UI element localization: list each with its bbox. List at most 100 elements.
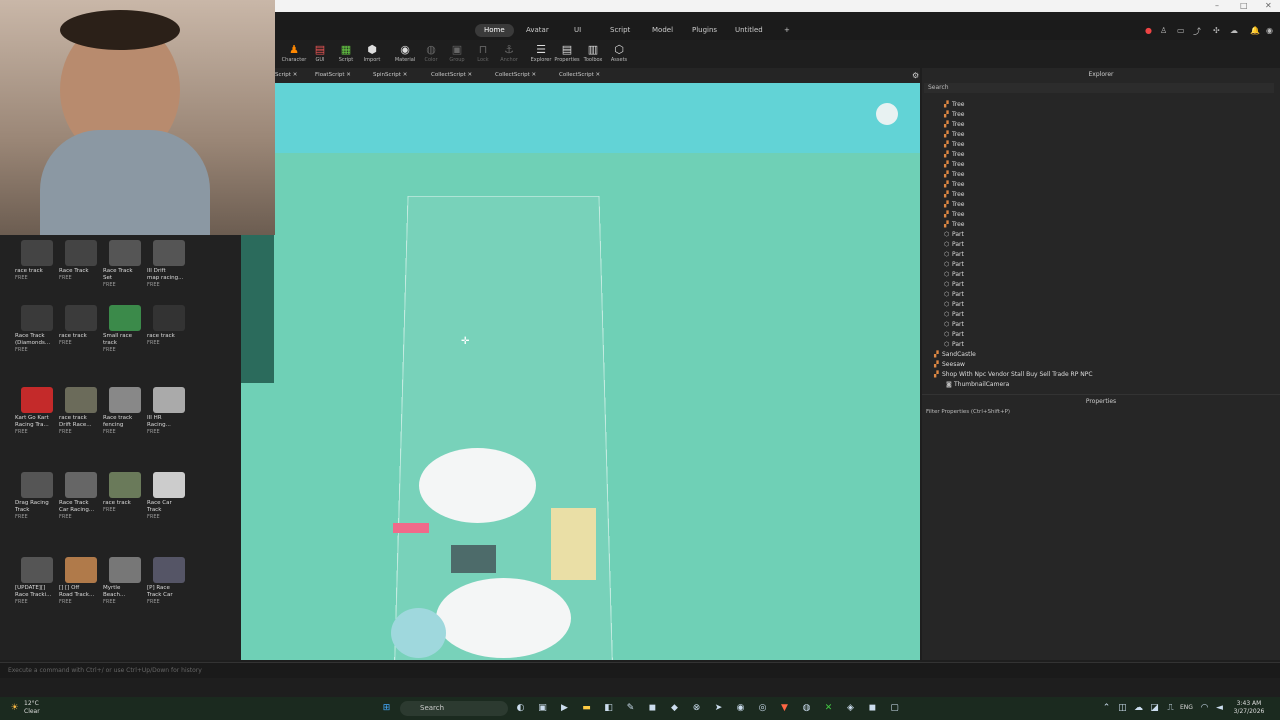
explorer-item[interactable]: ▞ Tree (944, 160, 965, 170)
tab-ui[interactable]: UI (565, 24, 590, 37)
explorer-item[interactable]: ▞ Tree (944, 220, 965, 230)
cloud-icon[interactable]: ☁ (1230, 26, 1238, 35)
notification-icon[interactable]: 🔔 (1250, 26, 1260, 35)
brave-icon[interactable]: ▼ (778, 702, 791, 715)
tab-plugins[interactable]: Plugins (683, 24, 726, 37)
excel-icon[interactable]: ✕ (822, 702, 835, 715)
toolbox-asset[interactable]: race track FREE (15, 240, 59, 282)
toolbox-asset[interactable]: [] [] Off Road Track... FREE (59, 557, 103, 606)
script-tab[interactable]: FloatScript ✕ (315, 71, 351, 80)
tray-icon[interactable]: ☁ (1132, 702, 1145, 715)
tray-icon[interactable]: ◪ (1148, 702, 1161, 715)
import-tool-button[interactable]: ⬢ Import (359, 43, 385, 64)
user-icon[interactable]: ♙ (1160, 26, 1167, 35)
roblox-studio-icon[interactable]: ◼ (866, 702, 879, 715)
explorer-item[interactable]: ⬡ Part (944, 260, 964, 270)
explorer-item[interactable]: ▞ Shop With Npc Vendor Stall Buy Sell Tra… (934, 370, 1093, 380)
edge-icon[interactable]: ◐ (514, 702, 527, 715)
folder-icon[interactable]: ▬ (580, 702, 593, 715)
minimize-button[interactable]: – (1215, 0, 1219, 11)
settings-icon[interactable]: ⚙ (912, 71, 919, 80)
character-tool-button[interactable]: ♟ Character (281, 43, 307, 64)
add-tab-button[interactable]: + (775, 24, 799, 37)
explorer-item[interactable]: ⬡ Part (944, 250, 964, 260)
app-icon[interactable]: ▶ (558, 702, 571, 715)
app-icon[interactable]: ✎ (624, 702, 637, 715)
clock[interactable]: 3:43 AM 3/27/2026 (1228, 700, 1270, 716)
toolbox-asset[interactable]: race track FREE (59, 305, 103, 347)
toolbox-asset[interactable]: III HR Racing... FREE (147, 387, 191, 436)
explorer-item[interactable]: ⬡ Part (944, 280, 964, 290)
explorer-item[interactable]: ⬡ Part (944, 310, 964, 320)
command-input[interactable]: Execute a command with Ctrl+/ or use Ctr… (8, 667, 202, 674)
app-icon[interactable]: ▣ (536, 702, 549, 715)
explorer-item[interactable]: ▞ SandCastle (934, 350, 976, 360)
viewcube[interactable] (876, 103, 898, 125)
tab-home[interactable]: Home (475, 24, 514, 37)
record-icon[interactable]: ● (1145, 26, 1152, 35)
explorer-item[interactable]: ⬡ Part (944, 320, 964, 330)
toolbox-asset[interactable]: Race Track (Diamonds... FREE (15, 305, 59, 354)
toolbox-asset[interactable]: Kart Go Kart Racing Tra... FREE (15, 387, 59, 436)
toolbox-asset[interactable]: race track Drift Race... FREE (59, 387, 103, 436)
telegram-icon[interactable]: ➤ (712, 702, 725, 715)
toolbox-asset[interactable]: [UPDATE][] Race Tracki... FREE (15, 557, 59, 606)
explorer-item[interactable]: ▞ Tree (944, 140, 965, 150)
toolbox-asset[interactable]: Myrtle Beach... FREE (103, 557, 147, 606)
explorer-item[interactable]: ⬡ Part (944, 290, 964, 300)
script-tool-button[interactable]: ▦ Script (333, 43, 359, 64)
explorer-tool-button[interactable]: ☰ Explorer (528, 43, 554, 64)
tab-untitled[interactable]: Untitled (726, 24, 772, 37)
explorer-item[interactable]: ▞ Tree (944, 110, 965, 120)
toolbox-asset[interactable]: Race track fencing FREE (103, 387, 147, 436)
explorer-item[interactable]: ▞ Tree (944, 210, 965, 220)
toolbox-asset[interactable]: Small race track FREE (103, 305, 147, 354)
tab-script[interactable]: Script (601, 24, 639, 37)
share-icon[interactable]: ⤴ (1193, 26, 1201, 37)
steam-icon[interactable]: ◍ (800, 702, 813, 715)
explorer-item[interactable]: ▞ Tree (944, 190, 965, 200)
toolbox-tool-button[interactable]: ▥ Toolbox (580, 43, 606, 64)
toolbox-asset[interactable]: Race Track Set FREE (103, 240, 147, 289)
assets-tool-button[interactable]: ⬡ Assets (606, 43, 632, 64)
explorer-search-input[interactable]: Search (924, 83, 1274, 93)
toolbox-asset[interactable]: Race Car Track FREE (147, 472, 191, 521)
toolbox-asset[interactable]: race track FREE (103, 472, 147, 514)
script-tab[interactable]: CollectScript ✕ (495, 71, 536, 80)
anchor-tool-button[interactable]: ⚓ Anchor (496, 43, 522, 64)
explorer-item[interactable]: ▞ Tree (944, 150, 965, 160)
color-tool-button[interactable]: ◍ Color (418, 43, 444, 64)
language-indicator[interactable]: ENG (1180, 704, 1193, 712)
explorer-item[interactable]: ⬡ Part (944, 230, 964, 240)
explorer-item[interactable]: ▞ Tree (944, 170, 965, 180)
volume-icon[interactable]: ◄ (1213, 702, 1226, 715)
weather-widget[interactable]: 12°C Clear (24, 700, 40, 716)
chat-icon[interactable]: ▭ (1177, 26, 1185, 35)
account-icon[interactable]: ◉ (1266, 26, 1273, 35)
explorer-item[interactable]: ▞ Tree (944, 120, 965, 130)
tray-icon[interactable]: ⎍ (1164, 702, 1177, 715)
tab-model[interactable]: Model (643, 24, 682, 37)
tray-icon[interactable]: ◫ (1116, 702, 1129, 715)
command-bar[interactable]: Execute a command with Ctrl+/ or use Ctr… (0, 662, 1280, 678)
properties-tool-button[interactable]: ▤ Properties (554, 43, 580, 64)
3d-viewport[interactable]: ✛ (241, 83, 920, 660)
toolbox-asset[interactable]: Race Track FREE (59, 240, 103, 282)
app-icon[interactable]: ◉ (734, 702, 747, 715)
explorer-item[interactable]: ▞ Tree (944, 200, 965, 210)
tray-chevron-icon[interactable]: ⌃ (1100, 702, 1113, 715)
group-tool-button[interactable]: ▣ Group (444, 43, 470, 64)
teams-icon[interactable]: ◧ (602, 702, 615, 715)
properties-filter-input[interactable]: Filter Properties (Ctrl+Shift+P) (926, 409, 1010, 415)
explorer-item[interactable]: ⬡ Part (944, 240, 964, 250)
lock-tool-button[interactable]: ⊓ Lock (470, 43, 496, 64)
script-tab[interactable]: CollectScript ✕ (559, 71, 600, 80)
explorer-item[interactable]: ▞ Tree (944, 180, 965, 190)
weather-icon[interactable]: ☀ (8, 702, 21, 715)
xbox-icon[interactable]: ⊗ (690, 702, 703, 715)
explorer-item[interactable]: ⬡ Part (944, 300, 964, 310)
taskbar-search[interactable]: Search (400, 701, 508, 716)
collaborate-icon[interactable]: ✣ (1213, 26, 1220, 35)
material-tool-button[interactable]: ◉ Material (392, 43, 418, 64)
explorer-item[interactable]: ▞ Tree (944, 100, 965, 110)
